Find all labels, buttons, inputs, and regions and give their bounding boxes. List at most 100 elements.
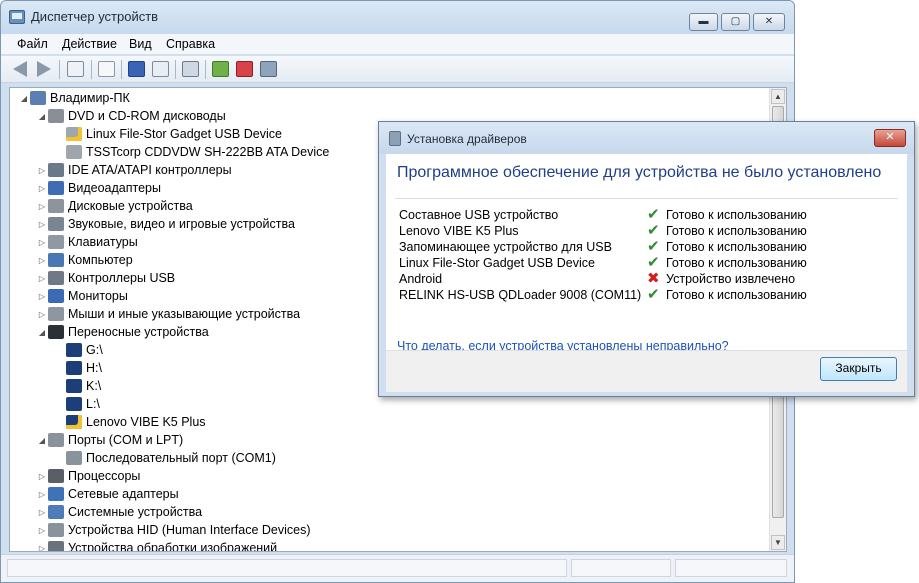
tree-item[interactable]: ▷ IDE ATA/ATAPI контроллеры xyxy=(36,161,232,179)
expand-arrow-icon[interactable]: ▷ xyxy=(36,472,48,481)
portable-drive-icon xyxy=(66,397,82,411)
tree-item[interactable]: G:\ xyxy=(54,341,103,359)
tree-item[interactable]: ▷ Дисковые устройства xyxy=(36,197,193,215)
expand-arrow-icon[interactable]: ▷ xyxy=(36,508,48,517)
expand-arrow-icon[interactable]: ▷ xyxy=(36,184,48,193)
tree-item-label: Клавиатуры xyxy=(68,235,138,249)
status-segment xyxy=(675,559,787,577)
collapse-arrow-icon[interactable]: ◢ xyxy=(36,328,48,337)
disable-icon[interactable] xyxy=(260,61,277,77)
collapse-arrow-icon[interactable]: ◢ xyxy=(36,112,48,121)
window-title: Диспетчер устройств xyxy=(31,9,159,24)
close-dialog-button[interactable]: Закрыть xyxy=(820,357,897,381)
device-name: Android xyxy=(399,272,443,286)
expand-arrow-icon[interactable]: ▷ xyxy=(36,292,48,301)
toolbar-separator xyxy=(91,60,92,79)
device-status: Готово к использованию xyxy=(666,208,807,222)
scroll-down-button[interactable]: ▼ xyxy=(771,535,785,550)
show-hide-tree-icon[interactable] xyxy=(67,61,84,77)
device-status: Устройство извлечено xyxy=(666,272,796,286)
update-driver-icon[interactable] xyxy=(212,61,229,77)
dvd-drive-icon xyxy=(66,145,82,159)
tree-item[interactable]: H:\ xyxy=(54,359,102,377)
tree-item-label: Системные устройства xyxy=(68,505,203,519)
collapse-arrow-icon[interactable]: ◢ xyxy=(36,436,48,445)
port-icon xyxy=(48,433,64,447)
tree-item[interactable]: ▷ Сетевые адаптеры xyxy=(36,485,179,503)
tree-item[interactable]: Lenovo VIBE K5 Plus xyxy=(54,413,206,431)
tree-item[interactable]: ▷ Мониторы xyxy=(36,287,128,305)
monitor-icon xyxy=(48,289,64,303)
tree-item[interactable]: ▷ Клавиатуры xyxy=(36,233,138,251)
checkmark-icon: ✔ xyxy=(647,238,660,255)
dvd-drive-icon xyxy=(48,109,64,123)
device-status: Готово к использованию xyxy=(666,256,807,270)
tree-item[interactable]: ▷ Системные устройства xyxy=(36,503,202,521)
expand-arrow-icon[interactable]: ▷ xyxy=(36,490,48,499)
expand-arrow-icon[interactable]: ▷ xyxy=(36,220,48,229)
driver-install-dialog: Установка драйверов ✕ Программное обеспе… xyxy=(378,121,915,397)
minimize-button[interactable]: ▬ xyxy=(689,13,718,31)
expand-arrow-icon[interactable]: ▷ xyxy=(36,274,48,283)
menu-file[interactable]: Файл xyxy=(17,37,48,51)
scroll-up-button[interactable]: ▲ xyxy=(771,89,785,104)
close-button[interactable]: ✕ xyxy=(753,13,785,31)
tree-item-label: Компьютер xyxy=(68,253,133,267)
properties-icon[interactable] xyxy=(98,61,115,77)
tree-item[interactable]: ◢ Переносные устройства xyxy=(36,323,209,341)
tree-item[interactable]: K:\ xyxy=(54,377,101,395)
expand-arrow-icon[interactable]: ▷ xyxy=(36,238,48,247)
tree-item[interactable]: ▷ Компьютер xyxy=(36,251,133,269)
tree-item[interactable]: ▷ Устройства HID (Human Interface Devices… xyxy=(36,521,311,539)
tree-item-label: Процессоры xyxy=(68,469,141,483)
show-hidden-icon[interactable] xyxy=(152,61,169,77)
device-name: Linux File-Stor Gadget USB Device xyxy=(399,256,595,270)
menu-action[interactable]: Действие xyxy=(62,37,117,51)
tree-item[interactable]: ◢ Порты (COM и LPT) xyxy=(36,431,183,449)
checkmark-icon: ✔ xyxy=(647,206,660,223)
expand-arrow-icon[interactable]: ▷ xyxy=(36,256,48,265)
tree-item[interactable]: ◢ Владимир-ПК xyxy=(18,89,130,107)
tree-item[interactable]: ▷ Мыши и иные указывающие устройства xyxy=(36,305,300,323)
tree-item[interactable]: TSSTcorp CDDVDW SH-222BB ATA Device xyxy=(54,143,329,161)
tree-item-label: Linux File-Stor Gadget USB Device xyxy=(86,127,282,141)
expand-arrow-icon[interactable]: ▷ xyxy=(36,526,48,535)
toolbar-separator xyxy=(175,60,176,79)
back-icon[interactable] xyxy=(13,61,27,77)
menu-view[interactable]: Вид xyxy=(129,37,152,51)
tree-item[interactable]: ▷ Контроллеры USB xyxy=(36,269,175,287)
disk-drive-icon xyxy=(48,199,64,213)
tree-item[interactable]: Последовательный порт (COM1) xyxy=(54,449,276,467)
checkmark-icon: ✔ xyxy=(647,286,660,303)
toolbar-separator xyxy=(121,60,122,79)
menu-help[interactable]: Справка xyxy=(166,37,215,51)
tree-item[interactable]: ▷ Устройства обработки изображений xyxy=(36,539,278,552)
display-adapter-icon xyxy=(48,181,64,195)
toolbar xyxy=(1,56,794,83)
maximize-button[interactable]: ▢ xyxy=(721,13,750,31)
expand-arrow-icon[interactable]: ▷ xyxy=(36,310,48,319)
dialog-title: Установка драйверов xyxy=(407,132,527,146)
status-segment xyxy=(571,559,671,577)
device-status: Готово к использованию xyxy=(666,224,807,238)
tree-item[interactable]: ▷ Видеоадаптеры xyxy=(36,179,161,197)
driver-install-icon xyxy=(389,131,401,146)
expand-arrow-icon[interactable]: ▷ xyxy=(36,544,48,552)
uninstall-icon[interactable] xyxy=(236,61,253,77)
tree-item[interactable]: L:\ xyxy=(54,395,100,413)
forward-icon[interactable] xyxy=(37,61,51,77)
dialog-footer: Закрыть xyxy=(386,350,907,392)
tree-item[interactable]: ◢ DVD и CD-ROM дисководы xyxy=(36,107,226,125)
dialog-close-button[interactable]: ✕ xyxy=(874,129,906,147)
tree-item[interactable]: ▷ Процессоры xyxy=(36,467,140,485)
collapse-arrow-icon[interactable]: ◢ xyxy=(18,94,30,103)
tree-item[interactable]: Linux File-Stor Gadget USB Device xyxy=(54,125,282,143)
tree-item[interactable]: ▷ Звуковые, видео и игровые устройства xyxy=(36,215,295,233)
tree-item-label: Устройства обработки изображений xyxy=(68,541,278,552)
scan-hardware-icon[interactable] xyxy=(182,61,199,77)
expand-arrow-icon[interactable]: ▷ xyxy=(36,166,48,175)
device-status: Готово к использованию xyxy=(666,288,807,302)
help-icon[interactable] xyxy=(128,61,145,77)
tree-item-label: Lenovo VIBE K5 Plus xyxy=(86,415,206,429)
expand-arrow-icon[interactable]: ▷ xyxy=(36,202,48,211)
